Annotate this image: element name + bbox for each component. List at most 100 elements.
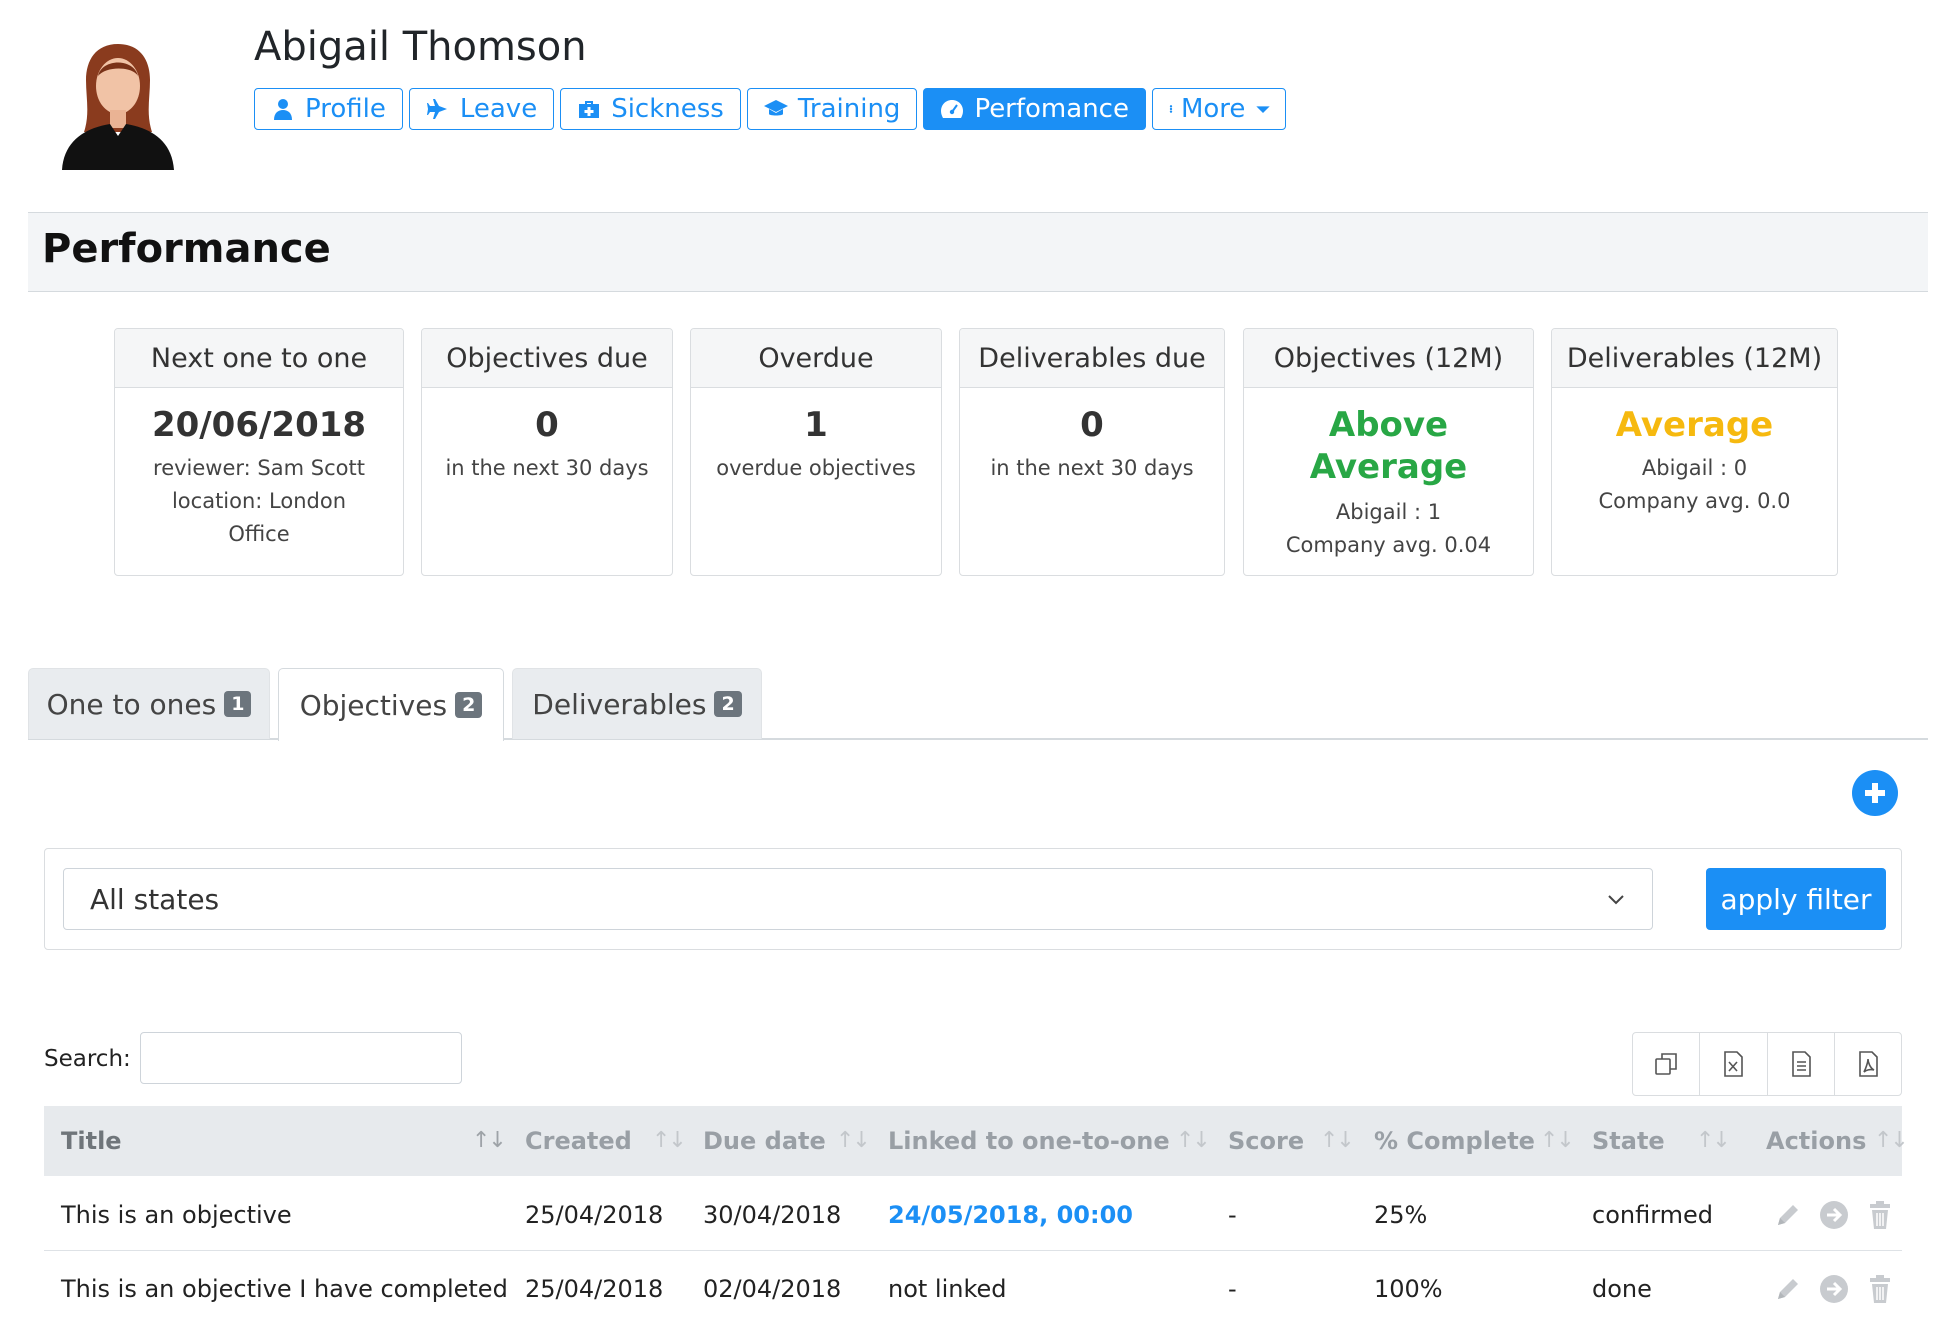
forward-icon[interactable] [1818, 1199, 1850, 1231]
nav-leave-button[interactable]: Leave [408, 88, 555, 130]
graduation-cap-icon [763, 100, 788, 116]
tab-deliverables[interactable]: Deliverables 2 [512, 668, 762, 739]
sort-icon[interactable]: ↑↓ [1320, 1128, 1355, 1153]
sort-icon[interactable]: ↑↓ [836, 1128, 871, 1153]
employee-name: Abigail Thomson [254, 24, 587, 70]
sort-icon[interactable]: ↑↓ [472, 1128, 507, 1153]
stat-card-deliverables-due: Deliverables due 0 in the next 30 days [959, 328, 1225, 576]
card-value: 20/06/2018 [151, 405, 367, 445]
card-line: reviewer: Sam Scott [153, 456, 365, 480]
card-value: 1 [804, 405, 828, 445]
dashboard-icon [941, 100, 964, 118]
cell-score: - [1228, 1275, 1237, 1303]
nav-training-button[interactable]: Training [746, 88, 918, 130]
card-details: in the next 30 days [422, 452, 672, 485]
card-rating-line: Average [1309, 447, 1468, 487]
card-line: overdue objectives [716, 456, 916, 480]
state-filter-select[interactable]: All states [63, 868, 1653, 930]
cell-complete: 100% [1374, 1275, 1443, 1303]
card-line: Abigail : 0 [1641, 456, 1748, 480]
card-details: Abigail : 0 Company avg. 0.0 [1552, 452, 1837, 518]
card-details: reviewer: Sam Scott location: London Off… [115, 452, 403, 551]
card-line: location: London [171, 489, 347, 513]
column-header-actions[interactable]: Actions [1766, 1106, 1866, 1176]
excel-icon [1724, 1051, 1744, 1077]
nav-more-dropdown[interactable]: More [1151, 88, 1287, 130]
sort-icon[interactable]: ↑↓ [1540, 1128, 1575, 1153]
avatar [56, 36, 180, 170]
stat-card-overdue: Overdue 1 overdue objectives [690, 328, 942, 576]
tab-count-badge: 2 [714, 691, 742, 717]
plus-icon [1865, 783, 1885, 803]
tab-one-to-ones[interactable]: One to ones 1 [28, 668, 270, 739]
card-line: Office [228, 522, 290, 546]
nav-profile-button[interactable]: Profile [254, 88, 403, 130]
card-rating-line: Above [1328, 405, 1449, 445]
pdf-export-button[interactable] [1835, 1033, 1901, 1095]
search-label: Search: [44, 1046, 131, 1072]
tab-count-badge: 2 [455, 692, 483, 718]
card-details: overdue objectives [691, 452, 941, 485]
tab-objectives[interactable]: Objectives 2 [278, 668, 504, 741]
edit-icon[interactable] [1772, 1199, 1804, 1231]
column-header-due-date[interactable]: Due date [703, 1106, 826, 1176]
column-header-score[interactable]: Score [1228, 1106, 1304, 1176]
cell-state: confirmed [1592, 1201, 1714, 1229]
add-objective-button[interactable] [1852, 770, 1898, 816]
tab-count-badge: 1 [224, 691, 252, 717]
nav-sickness-button[interactable]: Sickness [560, 88, 741, 130]
plane-icon [426, 99, 447, 119]
cell-title: This is an objective [61, 1201, 292, 1229]
sort-icon[interactable]: ↑↓ [1176, 1128, 1211, 1153]
nav-label: Leave [459, 94, 538, 124]
cell-created: 25/04/2018 [525, 1201, 664, 1229]
column-header-created[interactable]: Created [525, 1106, 632, 1176]
cell-complete: 25% [1374, 1201, 1428, 1229]
ellipsis-vertical-icon [1169, 105, 1173, 113]
forward-icon[interactable] [1818, 1273, 1850, 1305]
cell-state: done [1592, 1275, 1652, 1303]
apply-filter-button[interactable]: apply filter [1706, 868, 1886, 930]
user-icon [274, 99, 292, 120]
copy-button[interactable] [1633, 1033, 1701, 1095]
page-title: Performance [42, 226, 331, 272]
caret-down-icon [1256, 106, 1271, 113]
csv-export-button[interactable] [1768, 1033, 1835, 1095]
cell-linked: not linked [888, 1275, 1007, 1303]
cell-score: - [1228, 1201, 1237, 1229]
card-details: in the next 30 days [960, 452, 1224, 485]
nav-label: Perfomance [974, 94, 1129, 124]
stat-card-objectives-12m: Objectives (12M) Above Average Abigail :… [1243, 328, 1534, 576]
sort-icon[interactable]: ↑↓ [1874, 1128, 1909, 1153]
cell-due-date: 30/04/2018 [703, 1201, 842, 1229]
tab-label: Deliverables [532, 687, 707, 721]
excel-export-button[interactable] [1700, 1033, 1768, 1095]
edit-icon[interactable] [1772, 1273, 1804, 1305]
card-value: 0 [1080, 405, 1104, 445]
tab-label: Objectives [299, 688, 448, 722]
card-header: Overdue [691, 329, 941, 388]
column-header-linked[interactable]: Linked to one-to-one [888, 1106, 1170, 1176]
card-value: 0 [535, 405, 559, 445]
linked-one-to-one-link[interactable]: 24/05/2018, 00:00 [888, 1201, 1133, 1229]
column-header-state[interactable]: State [1592, 1106, 1665, 1176]
column-header-complete[interactable]: % Complete [1374, 1106, 1535, 1176]
sort-icon[interactable]: ↑↓ [1696, 1128, 1731, 1153]
trash-icon[interactable] [1864, 1273, 1896, 1305]
card-line: Abigail : 1 [1335, 500, 1442, 524]
search-input[interactable] [140, 1032, 462, 1084]
state-filter-value: All states [90, 882, 220, 916]
card-line: Company avg. 0.04 [1285, 533, 1492, 557]
nav-label: Profile [305, 94, 386, 124]
card-header: Deliverables (12M) [1552, 329, 1837, 388]
card-line: Company avg. 0.0 [1598, 489, 1791, 513]
nav-performance-button[interactable]: Perfomance [923, 88, 1146, 130]
sort-icon[interactable]: ↑↓ [652, 1128, 687, 1153]
column-header-title[interactable]: Title [61, 1106, 122, 1176]
card-header: Deliverables due [960, 329, 1224, 388]
card-header: Next one to one [115, 329, 403, 388]
trash-icon[interactable] [1864, 1199, 1896, 1231]
card-rating: Average [1615, 405, 1774, 445]
medkit-icon [579, 101, 600, 118]
nav-label: Sickness [611, 94, 724, 124]
